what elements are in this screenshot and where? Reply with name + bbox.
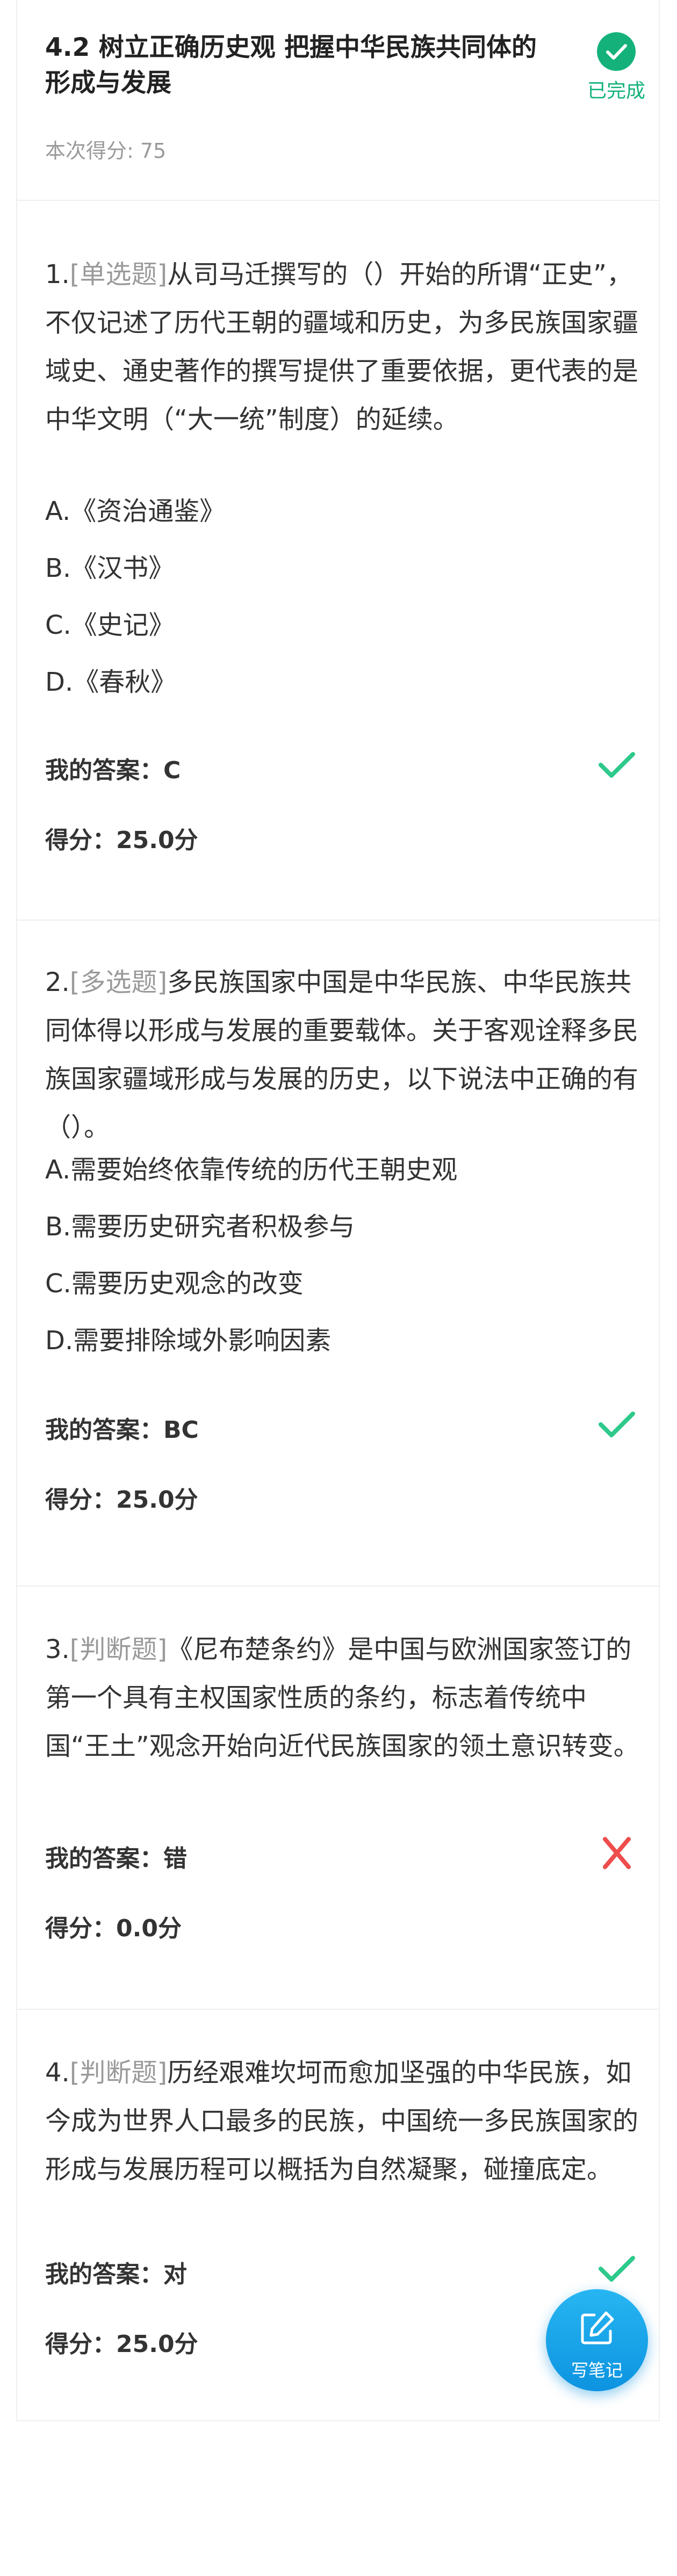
- question-item: 1.[单选题]从司马迁撰写的（）开始的所谓“正史”，不仅记述了历代王朝的疆域和历…: [17, 201, 659, 921]
- question-type: [单选题]: [69, 259, 168, 290]
- write-note-button[interactable]: 写笔记: [546, 2289, 648, 2391]
- question-number: 3.: [45, 1634, 70, 1665]
- option-item: C.需要历史观念的改变: [45, 1269, 304, 1299]
- close-icon: [603, 1837, 631, 1869]
- question-text: 4.[判断题]历经艰难坎坷而愈加坚强的中华民族，如今成为世界人口最多的民族，中国…: [45, 2049, 642, 2194]
- option-item: B.需要历史研究者积极参与: [45, 1212, 355, 1242]
- option-item: A.需要始终依靠传统的历代王朝史观: [45, 1155, 458, 1185]
- my-answer: 我的答案：BC: [45, 1416, 199, 1444]
- question-number: 4.: [45, 2058, 70, 2088]
- completed-label: 已完成: [587, 80, 645, 102]
- question-score: 得分：25.0分: [45, 2331, 198, 2358]
- question-number: 1.: [45, 259, 70, 290]
- my-answer: 我的答案：错: [45, 1845, 187, 1872]
- question-type: [判断题]: [69, 2058, 168, 2088]
- quiz-result-card: 4.2 树立正确历史观 把握中华民族共同体的形成与发展 已完成 本次得分: 75…: [16, 0, 660, 2421]
- total-score: 本次得分: 75: [45, 139, 167, 163]
- page-title: 4.2 树立正确历史观 把握中华民族共同体的形成与发展: [45, 33, 537, 98]
- option-item: D.需要排除域外影响因素: [45, 1326, 332, 1356]
- question-item: 3.[判断题]《尼布楚条约》是中国与欧洲国家签订的第一个具有主权国家性质的条约，…: [17, 1587, 659, 2010]
- question-score: 得分：25.0分: [45, 1486, 198, 1514]
- question-number: 2.: [45, 967, 70, 997]
- question-type: [多选题]: [69, 967, 168, 997]
- edit-note-icon: [581, 2311, 614, 2345]
- option-item: A.《资治通鉴》: [45, 496, 226, 526]
- check-icon: [599, 2256, 635, 2282]
- check-icon: [599, 1412, 635, 1437]
- write-note-label: 写笔记: [571, 2360, 623, 2380]
- my-answer: 我的答案：对: [45, 2261, 187, 2288]
- question-text: 2.[多选题]多民族国家中国是中华民族、中华民族共同体得以形成与发展的重要载体。…: [45, 958, 642, 1152]
- question-item: 2.[多选题]多民族国家中国是中华民族、中华民族共同体得以形成与发展的重要载体。…: [17, 921, 659, 1587]
- option-item: B.《汉书》: [45, 553, 175, 583]
- option-item: D.《春秋》: [45, 667, 177, 697]
- option-item: C.《史记》: [45, 610, 175, 640]
- check-icon: [599, 752, 635, 778]
- question-type: [判断题]: [69, 1634, 168, 1665]
- question-score: 得分：25.0分: [45, 827, 198, 854]
- completed-badge: 已完成: [576, 32, 657, 103]
- my-answer: 我的答案：C: [45, 757, 181, 784]
- question-text: 3.[判断题]《尼布楚条约》是中国与欧洲国家签订的第一个具有主权国家性质的条约，…: [45, 1625, 642, 1770]
- check-circle-icon: [597, 32, 636, 71]
- question-score: 得分：0.0分: [45, 1915, 182, 1942]
- question-text: 1.[单选题]从司马迁撰写的（）开始的所谓“正史”，不仅记述了历代王朝的疆域和历…: [45, 250, 642, 444]
- quiz-header: 4.2 树立正确历史观 把握中华民族共同体的形成与发展 已完成 本次得分: 75: [17, 0, 659, 201]
